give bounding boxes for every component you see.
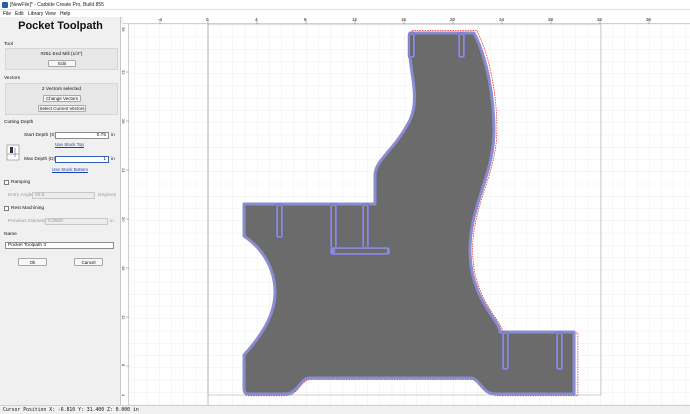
vectors-count: 2 Vectors selected xyxy=(41,87,82,92)
select-current-vectors-button[interactable]: Select Current Vectors xyxy=(38,105,86,112)
h-tick-label: 20 xyxy=(450,17,456,22)
vertical-ruler: 36 32 28 24 20 16 12 8 4 xyxy=(121,24,129,405)
status-bar: Cursor Position X: -6.810 Y: 31.400 Z: 0… xyxy=(0,405,690,414)
h-tick-label: 36 xyxy=(646,17,652,22)
v-tick-label: 4 xyxy=(121,394,126,397)
vectors-section-label: Vectors xyxy=(4,76,20,81)
max-depth-label: Max Depth (D) xyxy=(24,157,56,162)
rest-machining-label: Rest Machining xyxy=(11,206,45,211)
menu-view[interactable]: View xyxy=(45,11,56,17)
vectors-box: 2 Vectors selected Change Vectors Select… xyxy=(5,83,118,115)
previous-diameter-input[interactable]: 0.2500 xyxy=(45,218,108,225)
use-stock-bottom-link[interactable]: Use Stock Bottom xyxy=(52,167,88,172)
v-tick-label: 28 xyxy=(121,119,126,124)
tool-name: #251 End Mill (1/4") xyxy=(40,52,83,57)
h-tick-label: 28 xyxy=(548,17,554,22)
menu-edit[interactable]: Edit xyxy=(15,11,24,17)
v-tick-label: 12 xyxy=(121,315,126,320)
entry-angle-label: Entry Angle xyxy=(8,193,33,198)
ramping-checkbox[interactable] xyxy=(4,180,9,185)
start-depth-input[interactable]: 0.75 xyxy=(55,132,109,139)
h-tick-label: 8 xyxy=(304,17,307,22)
h-tick-label: 0 xyxy=(206,17,209,22)
title-bar: [NewFile]* - Carbide Create Pro, Build 8… xyxy=(0,0,690,10)
start-depth-unit: in xyxy=(111,133,115,138)
start-depth-label: Start Depth (S) xyxy=(24,133,56,138)
app-icon xyxy=(2,2,8,8)
tool-box: #251 End Mill (1/4") Edit xyxy=(5,48,118,70)
cancel-button[interactable]: Cancel xyxy=(74,258,103,266)
h-tick-label: 12 xyxy=(352,17,358,22)
h-tick-label: 4 xyxy=(255,17,258,22)
previous-diameter-unit: in xyxy=(110,219,114,224)
toolpath-panel: Pocket Toolpath Tool #251 End Mill (1/4"… xyxy=(0,17,121,405)
v-tick-label: 36 xyxy=(121,27,126,32)
h-tick-label: 32 xyxy=(597,17,603,22)
depth-diagram-icon xyxy=(6,144,20,161)
design-canvas[interactable] xyxy=(129,24,690,405)
menu-bar: File Edit Library View Help xyxy=(0,10,690,17)
cutting-depth-label: Cutting Depth xyxy=(4,120,34,125)
rest-machining-checkbox[interactable] xyxy=(4,206,9,211)
ramping-label: Ramping xyxy=(11,180,31,185)
edit-tool-button[interactable]: Edit xyxy=(48,60,76,67)
cursor-position: Cursor Position X: -6.810 Y: 31.400 Z: 0… xyxy=(3,407,139,413)
panel-title: Pocket Toolpath xyxy=(18,20,103,32)
window-title: [NewFile]* - Carbide Create Pro, Build 8… xyxy=(10,2,104,8)
v-tick-label: 32 xyxy=(121,70,126,75)
h-tick-label: 24 xyxy=(499,17,505,22)
v-tick-label: 24 xyxy=(121,168,126,173)
v-tick-label: 8 xyxy=(121,364,126,367)
menu-file[interactable]: File xyxy=(3,11,11,17)
menu-library[interactable]: Library xyxy=(28,11,43,17)
horizontal-ruler: -4 0 4 8 12 16 20 24 28 32 36 xyxy=(123,17,690,24)
ok-button[interactable]: Ok xyxy=(18,258,47,266)
previous-diameter-label: Previous Diameter xyxy=(8,219,48,224)
entry-angle-input[interactable]: 20.0 xyxy=(32,192,95,199)
entry-angle-unit: Degrees xyxy=(98,193,117,198)
change-vectors-button[interactable]: Change Vectors xyxy=(43,95,81,102)
name-section-label: Name xyxy=(4,232,17,237)
max-depth-input[interactable]: 1 xyxy=(55,156,109,163)
v-tick-label: 20 xyxy=(121,217,126,222)
use-stock-top-link[interactable]: Use Stock Top xyxy=(55,142,84,147)
h-tick-label: -4 xyxy=(158,17,162,22)
menu-help[interactable]: Help xyxy=(60,11,70,17)
h-tick-label: 16 xyxy=(401,17,407,22)
toolpath-name-input[interactable]: Pocket Toolpath 3 xyxy=(5,242,114,249)
v-tick-label: 16 xyxy=(121,266,126,271)
tool-section-label: Tool xyxy=(4,42,13,47)
max-depth-unit: in xyxy=(111,157,115,162)
